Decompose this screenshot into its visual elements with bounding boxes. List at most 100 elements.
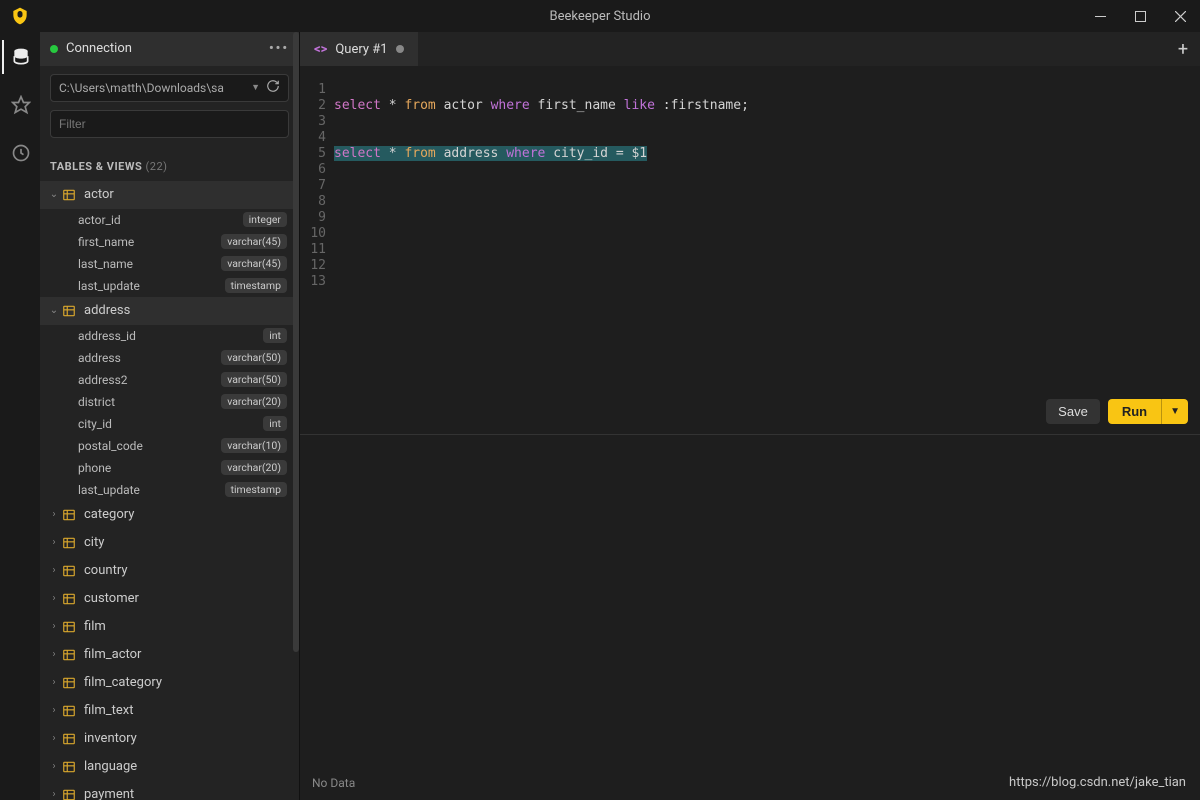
column-type: varchar(20) [221, 394, 287, 409]
titlebar: Beekeeper Studio [0, 0, 1200, 32]
column-row[interactable]: first_name varchar(45) [40, 231, 299, 253]
chevron-right-icon: › [46, 789, 62, 800]
column-name: address [78, 351, 121, 365]
chevron-down-icon: ⌄ [46, 305, 62, 316]
connection-label: Connection [66, 41, 132, 56]
table-row[interactable]: › payment [40, 781, 299, 800]
table-name: actor [84, 187, 114, 202]
column-row[interactable]: district varchar(20) [40, 391, 299, 413]
table-name: country [84, 563, 128, 578]
connection-tab[interactable]: Connection ••• [40, 32, 299, 66]
chevron-right-icon: › [46, 509, 62, 520]
column-name: address_id [78, 329, 136, 343]
column-type: varchar(50) [221, 350, 287, 365]
table-row[interactable]: › film_text [40, 697, 299, 725]
table-row[interactable]: › city [40, 529, 299, 557]
chevron-right-icon: › [46, 621, 62, 632]
table-row[interactable]: › inventory [40, 725, 299, 753]
chevron-right-icon: › [46, 593, 62, 604]
column-row[interactable]: postal_codevarchar(10) [40, 435, 299, 457]
tab-query-1[interactable]: <> Query #1 [300, 32, 418, 66]
column-type: varchar(45) [221, 256, 287, 271]
chevron-right-icon: › [46, 761, 62, 772]
tab-strip: <> Query #1 + [300, 32, 1200, 66]
table-row[interactable]: ›language [40, 753, 299, 781]
column-row[interactable]: address varchar(50) [40, 347, 299, 369]
chevron-right-icon: › [46, 649, 62, 660]
chevron-right-icon: › [46, 565, 62, 576]
editor-code[interactable]: select * from actor where first_name lik… [334, 82, 1200, 434]
activity-database-icon[interactable] [2, 40, 38, 74]
column-row[interactable]: last_name varchar(45) [40, 253, 299, 275]
new-tab-button[interactable]: + [1166, 32, 1200, 66]
table-row[interactable]: ⌄ actor [40, 181, 299, 209]
table-icon [62, 676, 76, 690]
column-type: timestamp [225, 278, 287, 293]
chevron-right-icon: › [46, 537, 62, 548]
table-name: inventory [84, 731, 137, 746]
connection-status-icon [50, 45, 58, 53]
run-button[interactable]: Run [1108, 399, 1161, 424]
column-name: last_name [78, 257, 133, 271]
close-button[interactable] [1160, 0, 1200, 32]
table-name: film_text [84, 703, 133, 718]
table-icon [62, 592, 76, 606]
chevron-down-icon: ▼ [251, 82, 260, 93]
column-type: varchar(20) [221, 460, 287, 475]
table-icon [62, 304, 76, 318]
table-name: payment [84, 787, 134, 800]
dirty-indicator-icon [396, 45, 404, 53]
watermark: https://blog.csdn.net/jake_tian [1009, 775, 1186, 790]
database-path-selector[interactable]: C:\Users\matth\Downloads\sa ▼ [50, 74, 289, 102]
table-row[interactable]: ⌄address [40, 297, 299, 325]
chevron-right-icon: › [46, 677, 62, 688]
column-name: actor_id [78, 213, 121, 227]
editor-actions: Save Run ▼ [1046, 399, 1188, 424]
column-type: int [263, 416, 287, 431]
column-row[interactable]: actor_idinteger [40, 209, 299, 231]
column-name: district [78, 395, 115, 409]
save-button[interactable]: Save [1046, 399, 1100, 424]
chevron-right-icon: › [46, 705, 62, 716]
window-controls [1080, 0, 1200, 32]
refresh-icon[interactable] [266, 79, 280, 96]
scrollbar[interactable] [293, 32, 299, 652]
column-type: varchar(45) [221, 234, 287, 249]
app-logo-icon [10, 6, 30, 26]
column-name: city_id [78, 417, 112, 431]
table-name: city [84, 535, 104, 550]
activity-history-icon[interactable] [2, 136, 38, 170]
table-row[interactable]: ›customer [40, 585, 299, 613]
column-row[interactable]: city_id int [40, 413, 299, 435]
maximize-button[interactable] [1120, 0, 1160, 32]
table-icon [62, 188, 76, 202]
column-name: first_name [78, 235, 134, 249]
column-row[interactable]: address2varchar(50) [40, 369, 299, 391]
column-row[interactable]: phonevarchar(20) [40, 457, 299, 479]
table-icon [62, 564, 76, 578]
tables-tree: ⌄ actor actor_idinteger first_name varchar(4… [40, 181, 299, 800]
results-pane: No Data https://blog.csdn.net/jake_tian [300, 434, 1200, 800]
table-name: category [84, 507, 134, 522]
code-icon: <> [314, 42, 327, 57]
run-dropdown-button[interactable]: ▼ [1161, 399, 1188, 424]
chevron-right-icon: › [46, 733, 62, 744]
table-row[interactable]: ›film_category [40, 669, 299, 697]
table-row[interactable]: › country [40, 557, 299, 585]
sql-editor[interactable]: 12345678910111213 select * from actor wh… [300, 66, 1200, 434]
minimize-button[interactable] [1080, 0, 1120, 32]
table-row[interactable]: ›film_actor [40, 641, 299, 669]
column-row[interactable]: last_updatetimestamp [40, 275, 299, 297]
filter-input[interactable] [50, 110, 289, 138]
chevron-down-icon: ⌄ [46, 189, 62, 200]
column-type: varchar(50) [221, 372, 287, 387]
column-type: int [263, 328, 287, 343]
table-row[interactable]: ›film [40, 613, 299, 641]
table-row[interactable]: › category [40, 501, 299, 529]
more-icon[interactable]: ••• [269, 41, 289, 56]
activity-favorites-icon[interactable] [2, 88, 38, 122]
database-path: C:\Users\matth\Downloads\sa [59, 81, 245, 95]
column-row[interactable]: last_updatetimestamp [40, 479, 299, 501]
table-icon [62, 704, 76, 718]
column-row[interactable]: address_id int [40, 325, 299, 347]
